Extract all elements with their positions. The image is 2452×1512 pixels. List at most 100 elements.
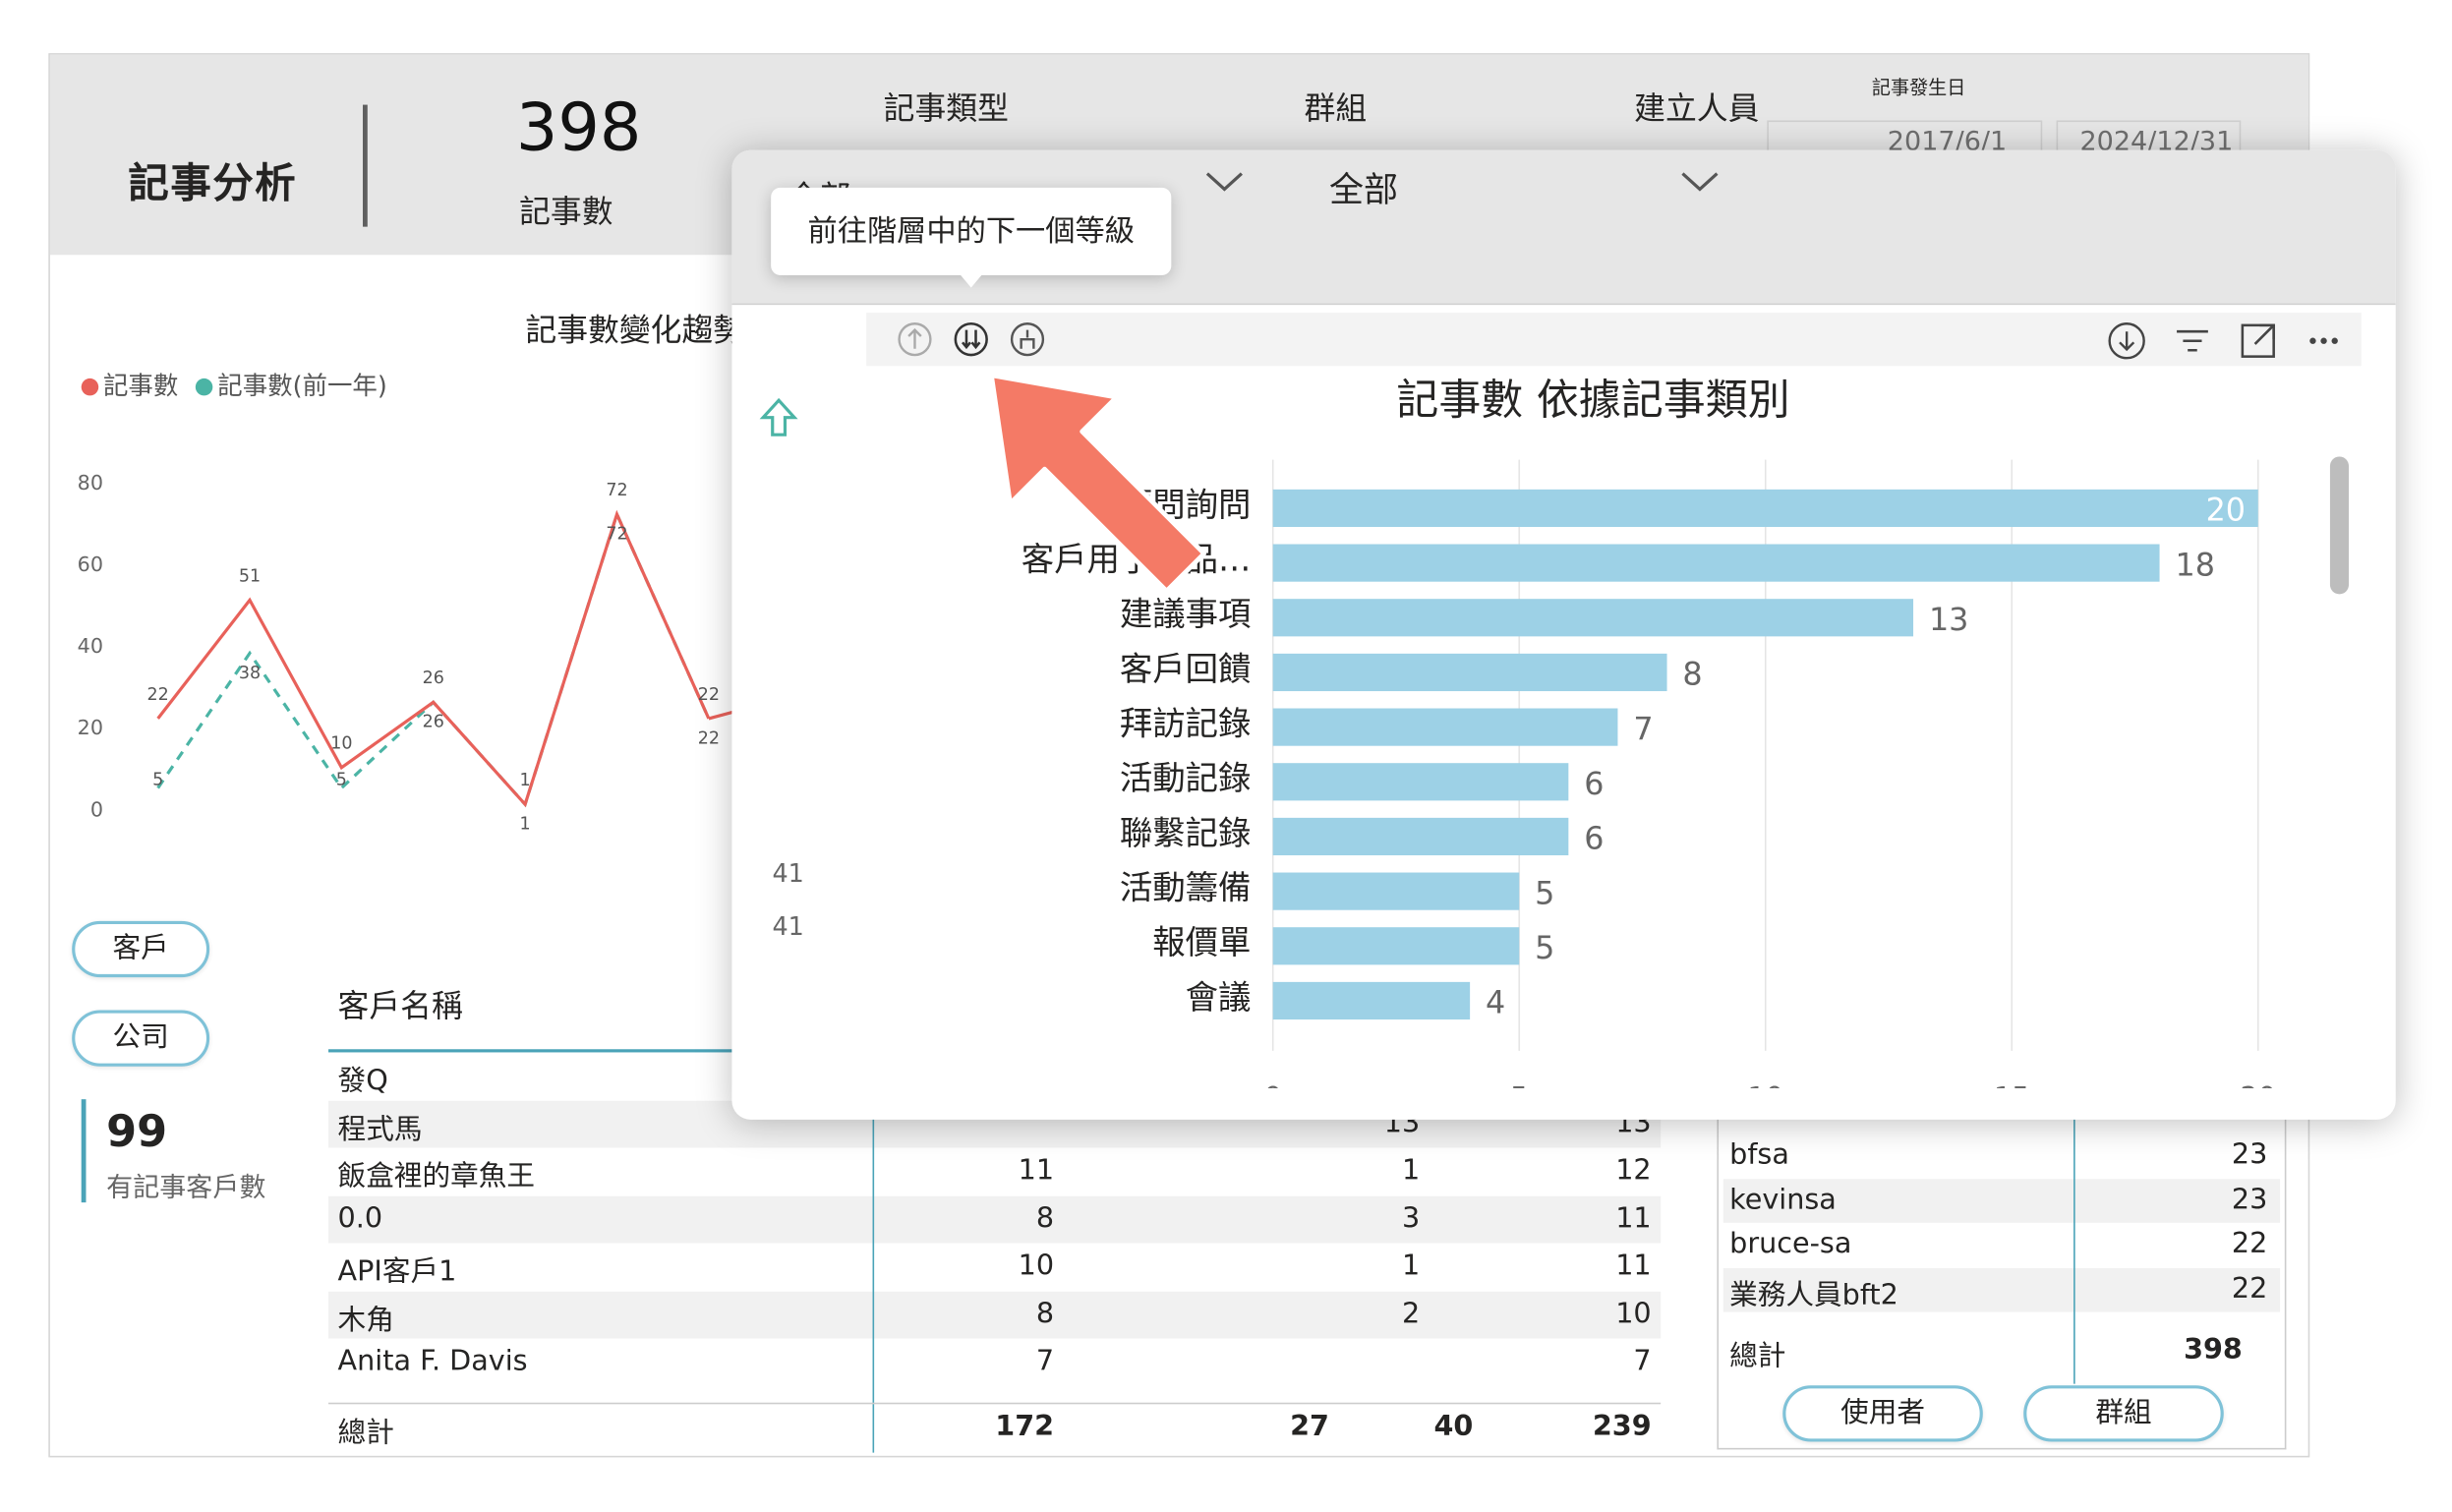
data-label: 41	[772, 911, 803, 941]
bar	[1272, 489, 2258, 528]
table-row[interactable]: 0.0 8 3 11	[328, 1194, 1662, 1243]
table-cell-v1: 8	[1035, 1201, 1055, 1235]
category-label: 客戶回饋	[1120, 650, 1252, 688]
header-divider	[363, 104, 368, 227]
user-row[interactable]: kevinsa 23	[1722, 1178, 2281, 1223]
data-label-previous: 38	[239, 664, 261, 683]
table-cell-v4: 11	[1615, 1249, 1652, 1283]
user-row[interactable]: bfsa 23	[1723, 1134, 2280, 1178]
category-label: 拜訪記錄	[1120, 705, 1252, 743]
user-value: 22	[2231, 1271, 2268, 1306]
legend-current-label: 記事數	[102, 370, 179, 401]
group-button[interactable]: 群組	[2023, 1385, 2224, 1442]
x-tick-label: 5	[1510, 1080, 1528, 1088]
focus-mode-icon[interactable]	[2237, 319, 2281, 363]
user-row[interactable]: bruce-sa 22	[1723, 1223, 2280, 1267]
bar-value-label: 7	[1633, 710, 1653, 747]
total-v4: 239	[1592, 1410, 1652, 1444]
kpi2-accent	[81, 1099, 87, 1203]
table-cell-v4: 12	[1615, 1153, 1652, 1188]
user-name: 業務人員bft2	[1729, 1278, 1898, 1311]
bar-value-label: 6	[1584, 765, 1604, 802]
kpi-label: 記事數	[519, 192, 613, 230]
total-v2: 27	[1290, 1410, 1329, 1444]
user-total-label: 總計	[1729, 1340, 1786, 1373]
legend-current-marker	[81, 378, 99, 396]
more-options-icon[interactable]	[2302, 319, 2346, 363]
user-value: 23	[2231, 1183, 2268, 1216]
x-tick-label: 20	[2241, 1080, 2276, 1088]
legend-previous-marker	[195, 378, 213, 396]
slicer-group-value[interactable]: 全部	[1329, 162, 1398, 212]
filter-icon[interactable]	[2171, 319, 2215, 363]
user-name: kevinsa	[1729, 1183, 1837, 1216]
table-cell-name: Anita F. Davis	[337, 1344, 528, 1378]
user-name: bruce-sa	[1729, 1227, 1852, 1260]
bar-value-label: 5	[1535, 874, 1554, 911]
data-label-previous: 22	[698, 728, 720, 748]
x-tick-label: 15	[1994, 1080, 2029, 1088]
data-label-previous: 1	[520, 815, 531, 835]
data-label-current: 22	[698, 685, 720, 705]
data-label-current: 10	[330, 734, 352, 754]
bar-value-label: 6	[1584, 820, 1604, 857]
bar	[1272, 817, 1569, 856]
bar-value-label: 18	[2175, 546, 2214, 583]
data-label-previous: 5	[152, 770, 163, 789]
table-cell-name: 發Q	[337, 1065, 388, 1098]
table-cell-v3: 2	[1402, 1297, 1421, 1330]
table-cell-name: 木角	[337, 1303, 394, 1337]
kpi2-value: 99	[106, 1105, 168, 1158]
bar-value-label: 20	[2206, 492, 2246, 529]
user-name: bfsa	[1729, 1137, 1789, 1172]
user-button[interactable]: 使用者	[1782, 1385, 1983, 1442]
kpi-value: 398	[515, 88, 642, 166]
table-row[interactable]: 飯盒裡的章魚王 11 1 12	[328, 1147, 1661, 1194]
x-tick-label: 10	[1748, 1080, 1783, 1088]
table-row[interactable]: 木角 8 2 10	[328, 1291, 1662, 1338]
linechart-title: 記事數變化趨勢	[525, 311, 745, 349]
user-table-divider	[2073, 1102, 2075, 1384]
slicer-creator-label: 建立人員	[1634, 88, 1760, 127]
bar	[1272, 763, 1569, 801]
table-cell-v4: 7	[1633, 1344, 1652, 1378]
table-cell-name: 飯盒裡的章魚王	[337, 1160, 535, 1193]
linechart-legend: 記事數 記事數(前一年)	[81, 365, 387, 402]
table-cell-v3: 1	[1402, 1153, 1421, 1188]
kpi2-label: 有記事客戶數	[106, 1172, 266, 1204]
bar	[1272, 599, 1914, 637]
data-label-previous: 26	[423, 713, 444, 732]
line-series-current	[156, 509, 711, 808]
category-label: 活動籌備	[1120, 869, 1252, 907]
total-v3: 40	[1433, 1410, 1474, 1444]
customer-button[interactable]: 客戶	[72, 920, 210, 978]
company-button[interactable]: 公司	[72, 1010, 210, 1067]
table-cell-v1: 11	[1018, 1153, 1055, 1188]
type-chevron-down-icon[interactable]	[1204, 169, 1245, 194]
user-row[interactable]: 業務人員bft2 22	[1722, 1267, 2281, 1311]
bar	[1272, 927, 1520, 965]
y-tick-label: 0	[90, 797, 103, 821]
legend-previous-label: 記事數(前一年)	[217, 370, 387, 401]
barchart-scrollbar[interactable]	[2329, 456, 2350, 595]
date-slicer-label: 記事發生日	[1871, 76, 1966, 99]
x-tick-label: 0	[1264, 1080, 1282, 1088]
drill-up-icon[interactable]	[895, 319, 935, 359]
export-icon[interactable]	[2105, 319, 2149, 363]
bar	[1272, 872, 1520, 910]
expand-hierarchy-icon[interactable]	[1007, 319, 1047, 359]
table-row[interactable]: Anita F. Davis 7 7	[328, 1339, 1661, 1386]
slicer-type-label: 記事類型	[883, 88, 1009, 127]
user-value: 23	[2231, 1137, 2268, 1172]
drill-down-tooltip: 前往階層中的下一個等級	[771, 187, 1172, 275]
data-label-current: 1	[520, 771, 531, 790]
bar	[1272, 981, 1471, 1020]
category-label: 會議	[1186, 978, 1252, 1017]
group-chevron-down-icon[interactable]	[1679, 169, 1720, 194]
bar-value-label: 5	[1535, 929, 1554, 966]
page-title: 記事分析	[128, 160, 298, 208]
table-cell-v3: 1	[1402, 1249, 1421, 1283]
drill-down-icon[interactable]	[951, 319, 991, 359]
category-label: 建議事項	[1120, 595, 1252, 633]
table-row[interactable]: API客戶1 10 1 11	[328, 1243, 1661, 1290]
